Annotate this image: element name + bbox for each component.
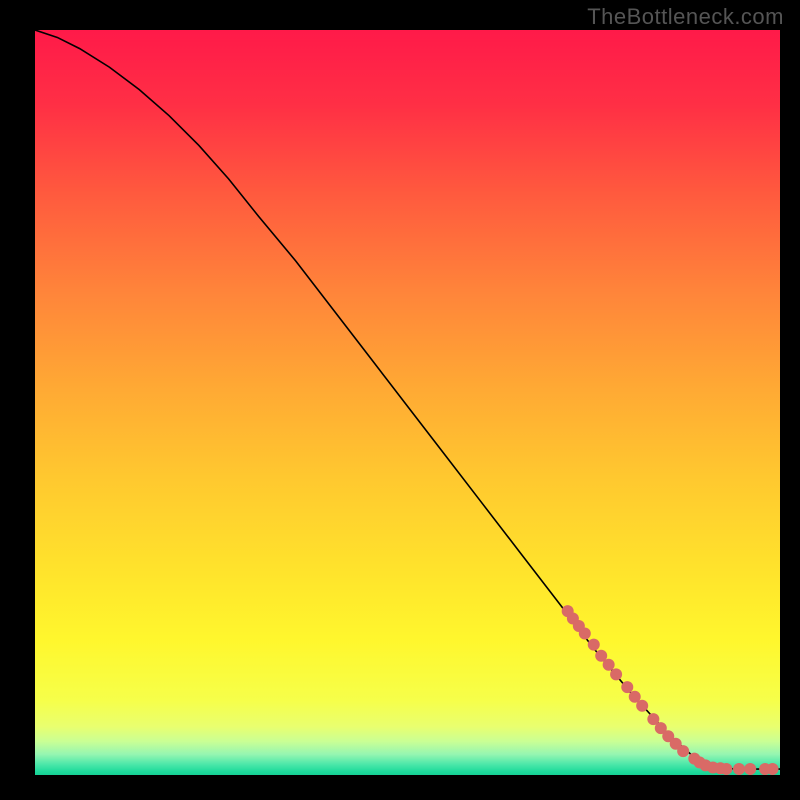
highlight-marker: [744, 763, 756, 775]
highlight-marker: [636, 700, 648, 712]
highlight-marker: [588, 639, 600, 651]
highlight-marker: [603, 659, 615, 671]
highlight-marker: [767, 763, 779, 775]
highlight-marker: [733, 763, 745, 775]
highlight-marker: [720, 763, 732, 775]
gradient-background: [35, 30, 780, 775]
highlight-marker: [579, 627, 591, 639]
chart-svg: [35, 30, 780, 775]
highlight-marker: [610, 668, 622, 680]
watermark-text: TheBottleneck.com: [587, 4, 784, 30]
plot-area: [35, 30, 780, 775]
chart-frame: TheBottleneck.com: [0, 0, 800, 800]
highlight-marker: [677, 745, 689, 757]
highlight-marker: [621, 681, 633, 693]
